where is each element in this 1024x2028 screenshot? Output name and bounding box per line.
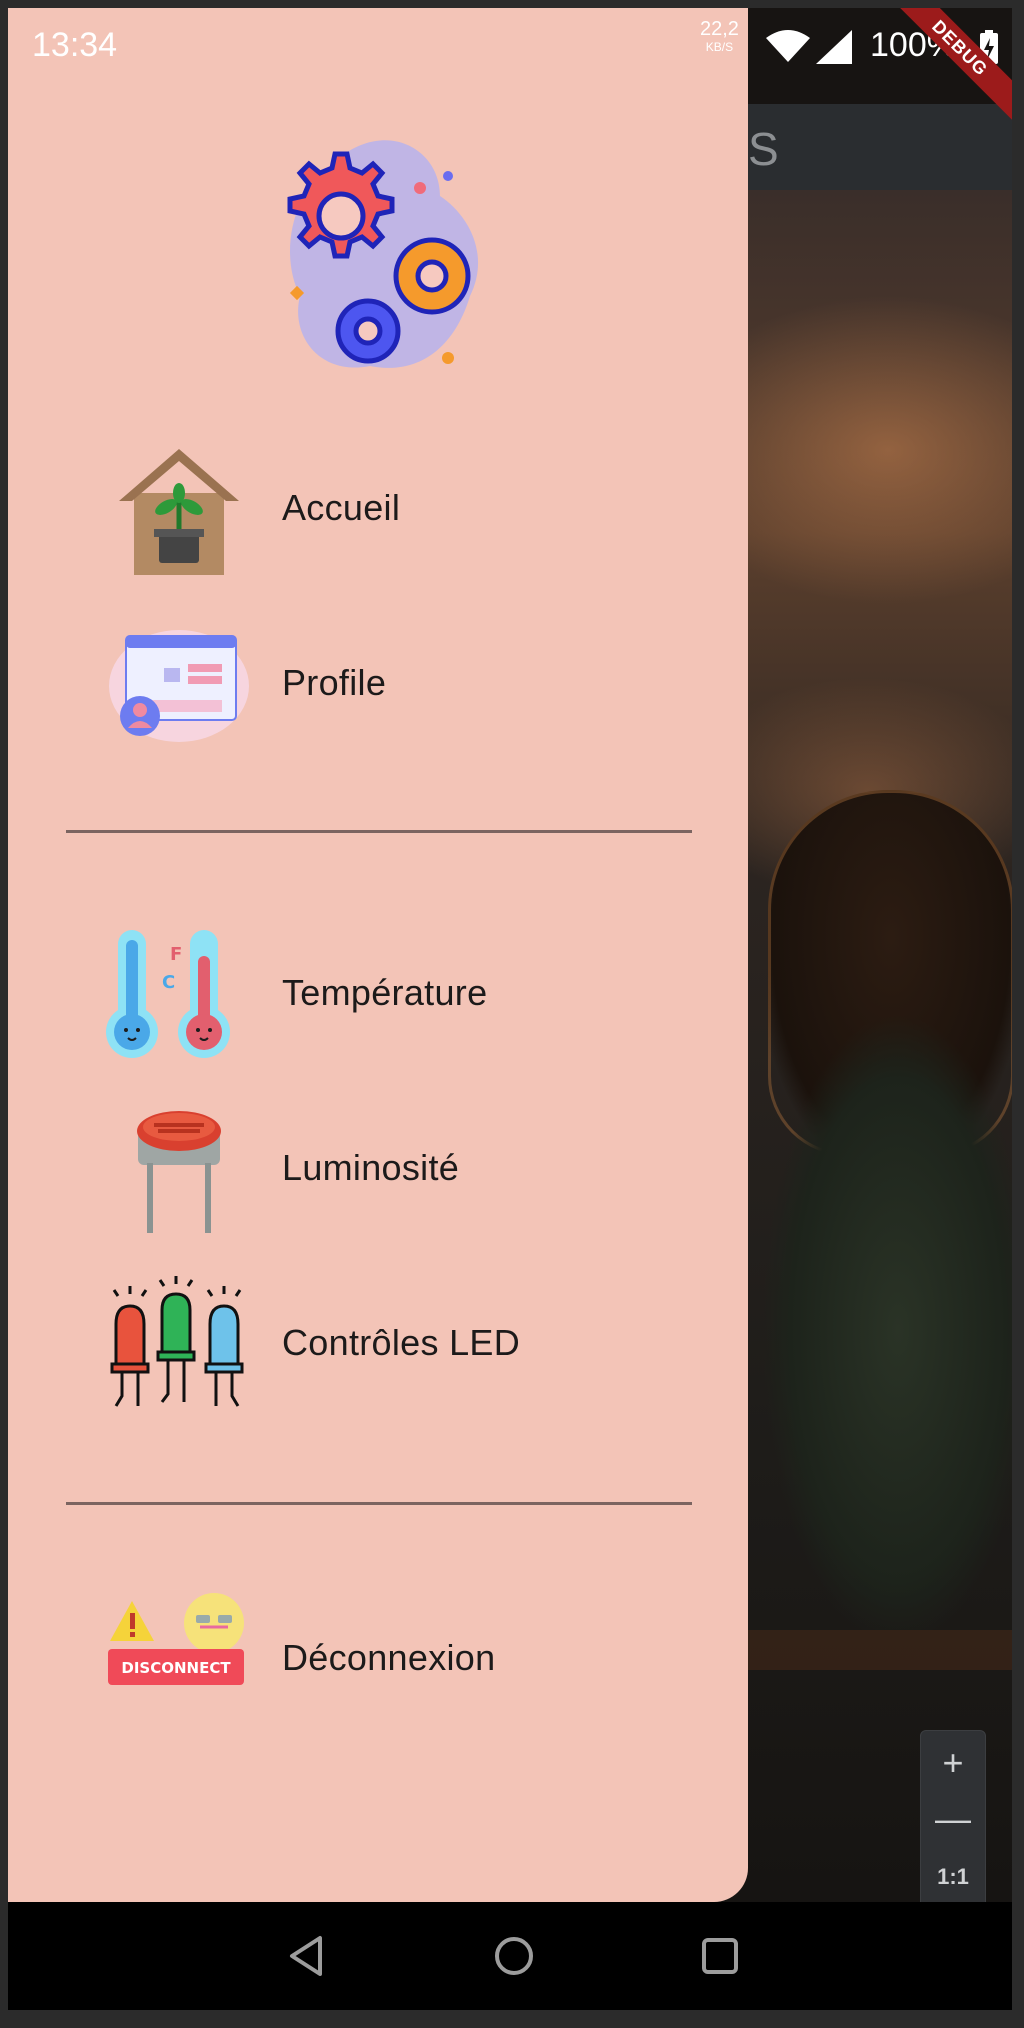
status-bar: 13:34 22,2 KB/S 100%: [8, 8, 1012, 78]
house-plant-icon: [119, 449, 239, 575]
artwork-table: [748, 1630, 1012, 1670]
drawer-item-label: Déconnexion: [282, 1637, 496, 1678]
system-navigation-bar: [8, 1902, 1012, 2010]
profile-window-icon: [109, 630, 249, 742]
cell-signal-icon: [816, 30, 852, 64]
drawer-item-label: Luminosité: [282, 1147, 460, 1188]
drawer-item-controles-led[interactable]: Contrôles LED: [8, 1268, 748, 1418]
drawer-item-label: Profile: [282, 662, 387, 703]
photoresistor-icon: [137, 1111, 221, 1233]
network-speed: 22,2 KB/S: [700, 18, 739, 56]
back-icon[interactable]: [284, 1932, 332, 1980]
drawer-item-deconnexion[interactable]: DISCONNECT Déconnexion: [8, 1583, 748, 1733]
device-screen: S Accueil Profile F C Température Lumino…: [8, 8, 1012, 1902]
zoom-controls: + — 1:1: [920, 1730, 986, 1902]
wifi-icon: [766, 30, 810, 62]
svg-text:F: F: [170, 944, 182, 965]
drawer-divider: [66, 830, 692, 833]
network-speed-value: 22,2: [700, 18, 739, 40]
navigation-drawer: Accueil Profile F C Température Luminosi…: [8, 8, 748, 1902]
drawer-item-accueil[interactable]: Accueil: [8, 433, 748, 583]
zoom-reset-button[interactable]: 1:1: [921, 1851, 985, 1902]
drawer-item-label: Contrôles LED: [282, 1322, 521, 1363]
disconnect-badge-text: DISCONNECT: [121, 1659, 231, 1677]
home-icon[interactable]: [490, 1932, 538, 1980]
drawer-item-label: Accueil: [282, 487, 401, 528]
thermometers-icon: F C: [106, 930, 230, 1058]
status-time: 13:34: [32, 26, 118, 64]
zoom-in-button[interactable]: +: [921, 1737, 985, 1789]
leds-icon: [110, 1276, 244, 1407]
drawer-item-profile[interactable]: Profile: [8, 608, 748, 758]
drawer-item-luminosite[interactable]: Luminosité: [8, 1093, 748, 1243]
background-app-title: S: [748, 123, 779, 175]
drawer-item-temperature[interactable]: F C Température: [8, 918, 748, 1068]
disconnect-icon: DISCONNECT: [108, 1593, 244, 1685]
drawer-divider: [66, 1502, 692, 1505]
recents-icon[interactable]: [696, 1932, 744, 1980]
network-speed-unit: KB/S: [705, 40, 734, 54]
svg-text:C: C: [162, 972, 175, 993]
gears-icon: [287, 140, 479, 368]
zoom-out-button[interactable]: —: [921, 1793, 985, 1845]
drawer-item-label: Température: [282, 972, 488, 1013]
